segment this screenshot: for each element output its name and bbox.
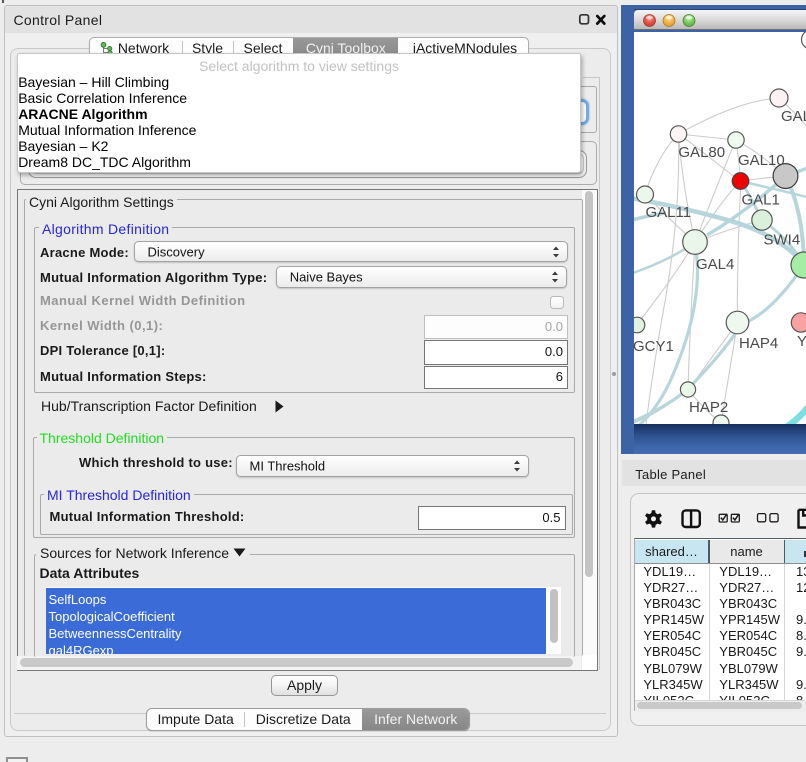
svg-text:GAL1: GAL1 — [741, 191, 779, 208]
svg-text:HAP4: HAP4 — [739, 334, 778, 351]
svg-text:Y: Y — [797, 333, 806, 350]
svg-text:SWI4: SWI4 — [763, 231, 800, 248]
svg-text:GCY1: GCY1 — [634, 338, 674, 355]
svg-text:GAL4: GAL4 — [696, 256, 734, 273]
svg-text:HAP2: HAP2 — [689, 399, 728, 416]
svg-text:GAL7: GAL7 — [781, 108, 806, 125]
svg-text:GAL10: GAL10 — [738, 152, 785, 169]
svg-text:GAL11: GAL11 — [645, 204, 691, 221]
svg-text:GAL80: GAL80 — [678, 144, 725, 161]
